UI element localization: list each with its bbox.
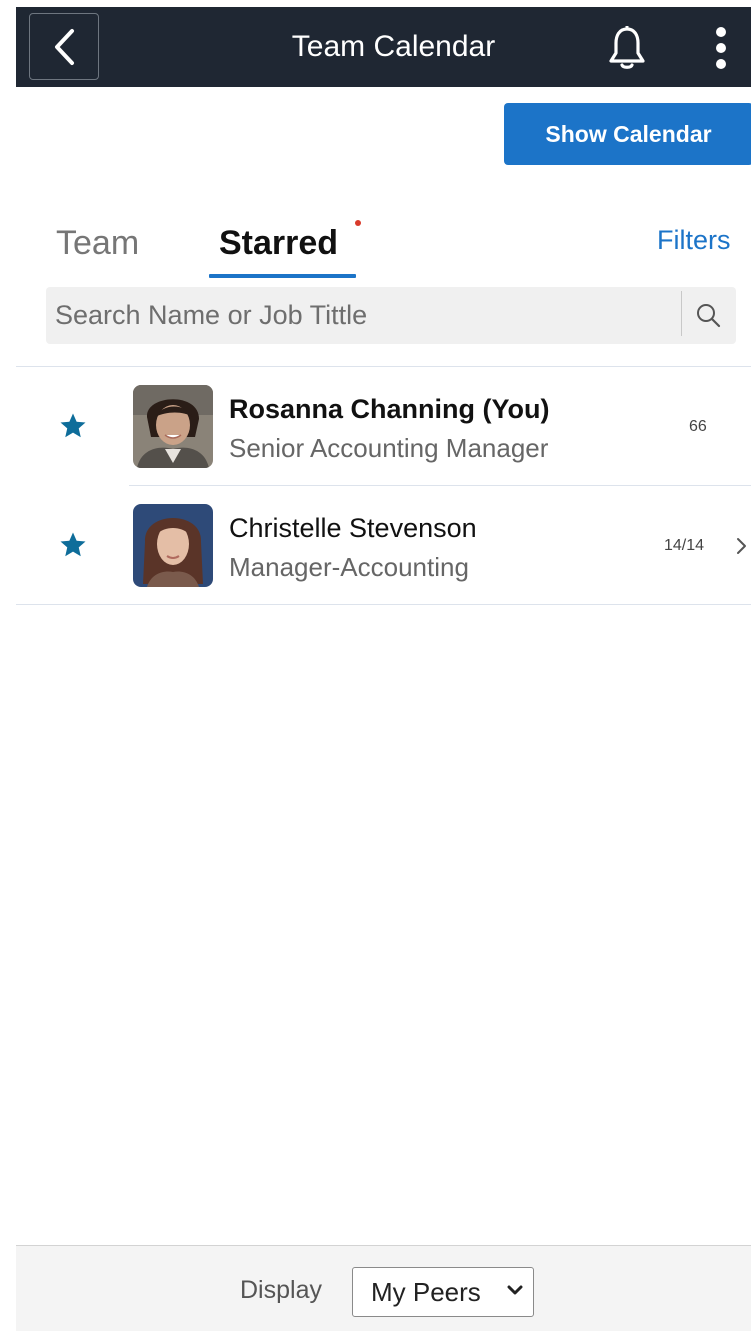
filters-link[interactable]: Filters: [657, 225, 731, 256]
star-toggle[interactable]: [56, 409, 90, 443]
display-select[interactable]: My Peers: [352, 1267, 534, 1317]
vertical-ellipsis-icon: [716, 27, 726, 69]
active-tab-indicator: [209, 274, 356, 278]
people-list: Rosanna Channing (You) Senior Accounting…: [16, 367, 751, 605]
footer-bar: Display My Peers: [16, 1245, 751, 1331]
search-box: [46, 287, 736, 344]
search-divider: [681, 291, 682, 336]
star-icon: [60, 413, 86, 438]
search-icon: [697, 304, 721, 328]
tab-team[interactable]: Team: [56, 220, 139, 266]
person-name: Rosanna Channing (You): [229, 394, 550, 424]
bell-icon: [609, 26, 645, 69]
chevron-left-icon: [55, 28, 74, 65]
search-button[interactable]: [686, 293, 730, 337]
back-button[interactable]: [29, 13, 99, 80]
list-item[interactable]: Rosanna Channing (You) Senior Accounting…: [16, 367, 751, 486]
avatar: [133, 385, 213, 468]
count-badge: 14/14: [664, 536, 705, 554]
display-select-value: My Peers: [371, 1276, 481, 1307]
display-label: Display: [240, 1276, 322, 1304]
count-badge: 66: [689, 417, 707, 435]
row-chevron[interactable]: [734, 486, 748, 605]
app-root: Team Calendar Show Calendar Team Starred: [0, 0, 751, 1331]
more-options-button[interactable]: [706, 23, 736, 73]
chevron-down-icon: [507, 1285, 523, 1295]
row-divider: [16, 604, 751, 605]
star-icon: [60, 532, 86, 557]
person-job-title: Senior Accounting Manager: [229, 433, 549, 463]
person-job-title: Manager-Accounting: [229, 552, 469, 582]
notification-dot: [355, 220, 361, 226]
person-name: Christelle Stevenson: [229, 513, 477, 543]
avatar-photo-rosanna: [133, 385, 213, 468]
tab-starred[interactable]: Starred: [219, 220, 338, 266]
avatar-photo-christelle: [133, 504, 213, 587]
notifications-button[interactable]: [604, 23, 650, 73]
star-toggle[interactable]: [56, 528, 90, 562]
top-header-bar: Team Calendar: [16, 7, 751, 87]
search-input[interactable]: [46, 287, 680, 344]
chevron-right-icon: [737, 537, 746, 554]
avatar: [133, 504, 213, 587]
show-calendar-button[interactable]: Show Calendar: [504, 103, 751, 165]
list-item[interactable]: Christelle Stevenson Manager-Accounting …: [16, 486, 751, 605]
